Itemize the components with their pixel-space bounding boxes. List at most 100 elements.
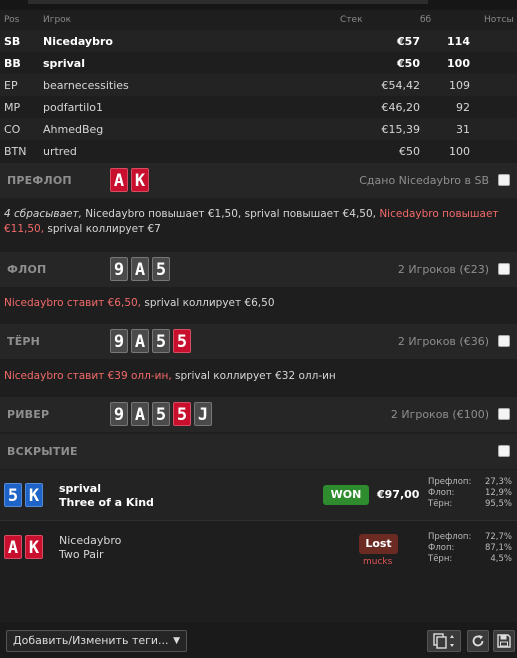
player-cards: 5 K (4, 483, 46, 507)
card: A (4, 535, 22, 559)
row-pos: BTN (0, 140, 40, 162)
chevron-down-icon: ▼ (173, 636, 180, 646)
row-stack: €50 (340, 140, 420, 162)
card: K (25, 535, 43, 559)
action-text: sprival коллирует €32 олл-ин (171, 370, 336, 382)
table-row[interactable]: CO AhmedBeg €15,39 31 (0, 118, 517, 140)
street-checkbox[interactable] (498, 408, 510, 420)
row-notes[interactable] (470, 140, 517, 162)
street-checkbox[interactable] (498, 263, 510, 275)
row-stack: €50 (340, 52, 420, 74)
won-badge: WON (323, 485, 369, 505)
action-text: sprival коллирует €6,50 (141, 297, 275, 309)
street-label: ТЁРН (7, 335, 41, 348)
equity-row: Префлоп: 27,3% (428, 477, 512, 487)
row-bb: 92 (420, 96, 470, 118)
col-bb[interactable]: бб (420, 10, 470, 30)
street-info: Сдано Nicedaybro в SB (359, 174, 489, 187)
street-checkbox[interactable] (498, 445, 510, 457)
card: 9 (110, 329, 128, 353)
refresh-icon (472, 635, 484, 647)
hand-rank: Two Pair (59, 548, 104, 561)
hero-action-text: Nicedaybro ставит €39 олл-ин, (4, 370, 172, 382)
col-player[interactable]: Игрок (40, 10, 340, 30)
turn-actions: Nicedaybro ставит €39 олл-ин, sprival ко… (4, 369, 514, 384)
showdown-winner: 5 K sprival Three of a Kind WON €97,00 П… (0, 470, 517, 520)
row-notes[interactable] (470, 52, 517, 74)
street-river: РИВЕР 9 A 5 5 J 2 Игроков (€100) (0, 397, 517, 432)
board-cards: 9 A 5 5 (110, 329, 194, 353)
row-bb: 31 (420, 118, 470, 140)
table-row[interactable]: BB sprival €50 100 (0, 52, 517, 74)
hand-rank: Three of a Kind (59, 496, 154, 509)
col-notes[interactable]: Нотсы (470, 10, 517, 30)
board-cards: 9 A 5 (110, 257, 173, 281)
row-player: urtred (40, 140, 340, 162)
street-checkbox[interactable] (498, 174, 510, 186)
row-stack: €54,42 (340, 74, 420, 96)
card: 5 (152, 402, 170, 426)
card: 5 (4, 483, 22, 507)
copy-icon (433, 633, 454, 649)
tags-select-label: Добавить/Изменить теги... (13, 634, 169, 647)
players-table: Pos Игрок Стек бб Нотсы SB Nicedaybro €5… (0, 10, 517, 162)
equity-row: Тёрн: 95,5% (428, 499, 512, 509)
row-notes[interactable] (470, 74, 517, 96)
card: 9 (110, 257, 128, 281)
row-notes[interactable] (470, 96, 517, 118)
street-info: 2 Игроков (€100) (390, 408, 489, 421)
mucks-label: mucks (363, 557, 393, 567)
footer-bar: Добавить/Изменить теги... ▼ (0, 622, 517, 658)
table-row[interactable]: EP bearnecessities €54,42 109 (0, 74, 517, 96)
table-row[interactable]: SB Nicedaybro €57 114 (0, 30, 517, 52)
row-pos: SB (0, 30, 40, 52)
card: A (131, 257, 149, 281)
card: A (110, 168, 128, 192)
save-button[interactable] (493, 630, 515, 652)
action-text: sprival коллирует €7 (44, 223, 161, 235)
card: 5 (152, 257, 170, 281)
action-text: Nicedaybro повышает €1,50, sprival повыш… (81, 208, 380, 220)
copy-button[interactable] (427, 630, 461, 652)
row-player: sprival (40, 52, 340, 74)
col-stack[interactable]: Стек (340, 10, 420, 30)
top-scroll-bar (0, 0, 517, 10)
row-stack: €15,39 (340, 118, 420, 140)
street-label: ВСКРЫТИЕ (7, 445, 78, 458)
card: 5 (173, 402, 191, 426)
street-checkbox[interactable] (498, 335, 510, 347)
preflop-actions: 4 сбрасывает, Nicedaybro повышает €1,50,… (4, 207, 514, 237)
row-notes[interactable] (470, 118, 517, 140)
row-bb: 100 (420, 52, 470, 74)
row-player: Nicedaybro (40, 30, 340, 52)
refresh-button[interactable] (467, 630, 489, 652)
player-cards: A K (4, 535, 46, 559)
row-bb: 114 (420, 30, 470, 52)
card: A (131, 329, 149, 353)
equity-row: Тёрн: 4,5% (428, 554, 512, 564)
street-showdown: ВСКРЫТИЕ (0, 434, 517, 469)
card: K (131, 168, 149, 192)
lost-badge: Lost (359, 534, 398, 554)
card: A (131, 402, 149, 426)
save-icon (497, 634, 511, 648)
tags-select[interactable]: Добавить/Изменить теги... ▼ (6, 630, 187, 652)
card: 5 (152, 329, 170, 353)
hero-cards: A K (110, 168, 152, 192)
col-pos[interactable]: Pos (0, 10, 40, 30)
street-label: ФЛОП (7, 263, 47, 276)
table-row[interactable]: BTN urtred €50 100 (0, 140, 517, 162)
card: 5 (173, 329, 191, 353)
row-pos: EP (0, 74, 40, 96)
row-pos: CO (0, 118, 40, 140)
table-header: Pos Игрок Стек бб Нотсы (0, 10, 517, 30)
table-row[interactable]: MP podfartilo1 €46,20 92 (0, 96, 517, 118)
row-bb: 109 (420, 74, 470, 96)
divider (0, 520, 517, 521)
row-notes[interactable] (470, 30, 517, 52)
flop-actions: Nicedaybro ставит €6,50, sprival коллиру… (4, 296, 514, 311)
street-flop: ФЛОП 9 A 5 2 Игроков (€23) (0, 252, 517, 287)
street-label: ПРЕФЛОП (7, 174, 72, 187)
showdown-loser: A K Nicedaybro Two Pair Lost mucks Префл… (0, 522, 517, 572)
card: K (25, 483, 43, 507)
